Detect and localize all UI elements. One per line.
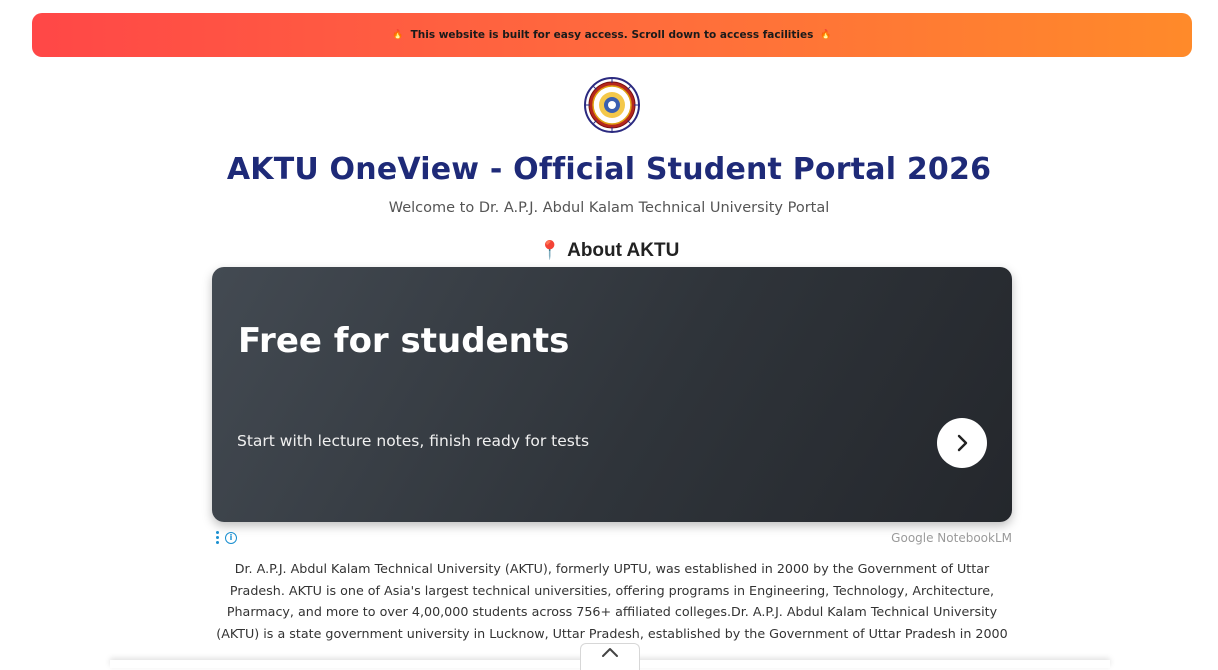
ad-source-label: Google NotebookLM [891, 531, 1012, 545]
more-options-icon[interactable] [216, 531, 219, 544]
about-paragraph: Dr. A.P.J. Abdul Kalam Technical Univers… [216, 561, 1008, 641]
ad-next-button[interactable] [937, 418, 987, 468]
announcement-banner: 🔥 This website is built for easy access.… [32, 13, 1192, 57]
banner-text: This website is built for easy access. S… [410, 29, 814, 41]
page-subtitle: Welcome to Dr. A.P.J. Abdul Kalam Techni… [388, 200, 830, 216]
fire-icon: 🔥 [392, 30, 404, 40]
fire-icon: 🔥 [820, 30, 832, 40]
ad-subtext: Start with lecture notes, finish ready f… [237, 432, 590, 450]
ad-heading: Free for students [238, 321, 570, 361]
chevron-right-icon [957, 434, 968, 452]
university-logo [584, 77, 640, 133]
ad-controls: i [216, 531, 237, 544]
about-heading-label: About AKTU [567, 240, 680, 261]
page-title: AKTU OneView - Official Student Portal 2… [226, 152, 992, 187]
about-heading: 📍 About AKTU [0, 240, 1218, 262]
info-icon[interactable]: i [225, 531, 237, 544]
chevron-up-icon [602, 648, 618, 657]
pin-icon: 📍 [538, 240, 562, 260]
ad-card[interactable]: Free for students Start with lecture not… [212, 267, 1012, 522]
scroll-up-button[interactable] [580, 643, 640, 670]
